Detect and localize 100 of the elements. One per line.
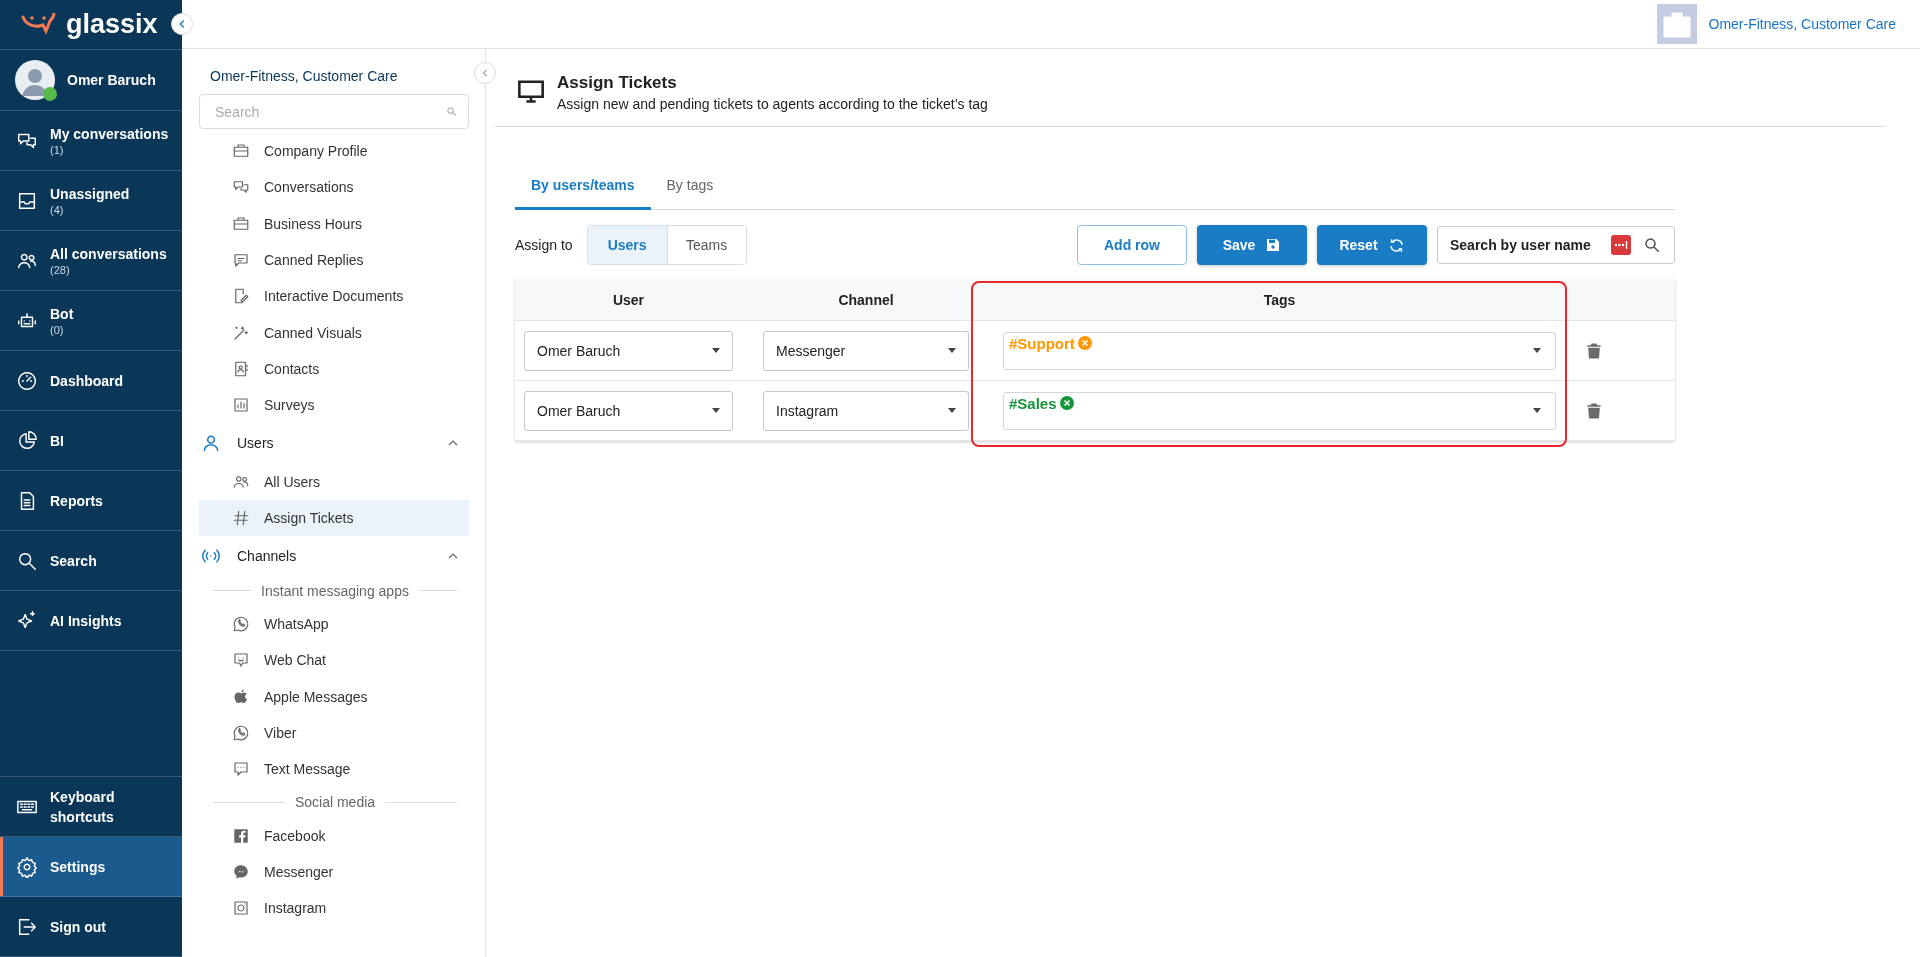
nav-count: (1) bbox=[50, 143, 65, 156]
menu-item[interactable]: Viber bbox=[199, 714, 469, 752]
nav-label: Keyboard shortcuts bbox=[50, 787, 116, 827]
assign-label: Assign to bbox=[515, 237, 573, 253]
tag-label: #Sales bbox=[1009, 394, 1057, 412]
search-icon bbox=[1643, 236, 1661, 254]
add-row-button[interactable]: Add row bbox=[1077, 225, 1187, 265]
nav-label: My conversations bbox=[50, 125, 169, 142]
contact-card-icon bbox=[232, 359, 250, 378]
phone-bubble-icon bbox=[232, 615, 250, 634]
page-subtitle: Assign new and pending tickets to agents according to the ticket’s tag bbox=[557, 96, 988, 112]
nav-label: AI Insights bbox=[50, 612, 122, 629]
user-name: Omer Baruch bbox=[67, 72, 156, 88]
menu-group[interactable]: Users bbox=[199, 423, 469, 464]
bar-chart-icon bbox=[232, 396, 250, 415]
menu-item[interactable]: All Users bbox=[199, 463, 469, 500]
nav-label: Search bbox=[50, 552, 97, 569]
menu-item[interactable]: Business Hours bbox=[199, 205, 469, 242]
user-dropdown[interactable]: Omer Baruch bbox=[524, 330, 733, 371]
gauge-icon bbox=[16, 369, 38, 392]
nav-item[interactable]: AI Insights bbox=[0, 591, 182, 651]
tab[interactable]: By tags bbox=[650, 163, 730, 210]
menu-item[interactable]: Company Profile bbox=[199, 133, 469, 170]
menu-group[interactable]: Channels bbox=[199, 535, 469, 576]
nav-item[interactable]: Unassigned (4) bbox=[0, 171, 182, 231]
section-heading: Social media bbox=[294, 794, 376, 811]
channel-dropdown[interactable]: Instagram bbox=[763, 390, 969, 431]
logo-text: glassix bbox=[66, 9, 158, 40]
menu-item[interactable]: Surveys bbox=[199, 387, 469, 424]
briefcase-icon bbox=[232, 214, 250, 233]
nav-item[interactable]: Search bbox=[0, 531, 182, 591]
account-link[interactable]: Omer-Fitness, Customer Care bbox=[1708, 16, 1896, 32]
menu-item[interactable]: Web Chat bbox=[199, 642, 469, 679]
menu-item[interactable]: Messenger bbox=[199, 853, 469, 891]
search-field[interactable]: Search bbox=[199, 94, 469, 129]
lightning-bubble-icon bbox=[232, 862, 250, 881]
nav-label: Unassigned bbox=[50, 185, 130, 202]
pie-chart-icon bbox=[16, 429, 38, 452]
menu-title: Omer-Fitness, Customer Care bbox=[209, 67, 399, 86]
column-header: Tags bbox=[1263, 292, 1296, 308]
save-button[interactable]: Save bbox=[1197, 225, 1307, 265]
phone-bubble-icon bbox=[232, 724, 250, 742]
nav-item[interactable]: All conversations (28) bbox=[0, 231, 182, 291]
nav-item[interactable]: Dashboard bbox=[0, 351, 182, 411]
nav-count: (4) bbox=[50, 203, 65, 216]
reset-button[interactable]: Reset bbox=[1317, 225, 1427, 265]
search-field[interactable]: Search by user name bbox=[1437, 226, 1675, 264]
avatar[interactable] bbox=[15, 60, 55, 100]
monitor-icon bbox=[517, 77, 545, 105]
menu-item[interactable]: Contacts bbox=[199, 350, 469, 388]
tag-label: #Support bbox=[1009, 334, 1075, 352]
channel-dropdown[interactable]: Messenger bbox=[763, 330, 969, 371]
nav-label: Bot bbox=[50, 305, 74, 322]
column-header: User bbox=[612, 292, 645, 308]
nav-count: (0) bbox=[50, 323, 65, 336]
briefcase-icon bbox=[1656, 4, 1697, 44]
column-header: Channel bbox=[838, 292, 894, 308]
nav-item[interactable]: Reports bbox=[0, 471, 182, 531]
person-icon bbox=[201, 433, 221, 454]
speech-bubble-icon bbox=[232, 251, 250, 270]
menu-item[interactable]: Assign Tickets bbox=[199, 499, 469, 536]
menu-item[interactable]: Text Message bbox=[199, 751, 469, 788]
menu-item[interactable]: Canned Visuals bbox=[199, 314, 469, 351]
user-dropdown[interactable]: Omer Baruch bbox=[524, 390, 733, 431]
nav-item[interactable]: BI bbox=[0, 411, 182, 471]
nav-label: Sign out bbox=[50, 917, 107, 937]
nav-item[interactable]: Settings bbox=[0, 837, 182, 897]
remove-tag-icon[interactable] bbox=[1059, 396, 1074, 410]
menu-item[interactable]: Conversations bbox=[199, 169, 469, 206]
tags-dropdown[interactable]: #Sales bbox=[1003, 391, 1556, 430]
section-heading: Instant messaging apps bbox=[261, 582, 409, 599]
nav-label: BI bbox=[50, 432, 64, 449]
menu-item[interactable]: Apple Messages bbox=[199, 678, 469, 715]
refresh-icon bbox=[1387, 236, 1405, 254]
tab[interactable]: By users/teams bbox=[515, 163, 651, 210]
collapse-button[interactable] bbox=[171, 13, 193, 35]
settings-icon bbox=[16, 855, 38, 878]
nav-label: Reports bbox=[50, 492, 103, 509]
menu-item[interactable]: WhatsApp bbox=[199, 605, 469, 643]
menu-item[interactable]: Facebook bbox=[199, 817, 469, 854]
nav-item[interactable]: My conversations (1) bbox=[0, 111, 182, 171]
page-title: Assign Tickets bbox=[557, 73, 678, 93]
square-f-icon bbox=[232, 826, 250, 845]
menu-item[interactable]: Interactive Documents bbox=[199, 278, 469, 315]
search-icon bbox=[446, 106, 457, 117]
document-pen-icon bbox=[232, 287, 250, 306]
nav-item[interactable]: Sign out bbox=[0, 897, 182, 957]
segment-button[interactable]: Users bbox=[587, 226, 667, 264]
apple-icon bbox=[232, 687, 250, 706]
nav-item[interactable]: Bot (0) bbox=[0, 291, 182, 351]
menu-item[interactable]: Canned Replies bbox=[199, 241, 469, 279]
nav-label: Dashboard bbox=[50, 372, 124, 389]
nav-count: (28) bbox=[50, 263, 71, 276]
magic-wand-icon bbox=[232, 323, 250, 342]
password-manager-icon bbox=[1611, 235, 1631, 255]
segment-button[interactable]: Teams bbox=[666, 226, 746, 264]
nav-label: Settings bbox=[50, 857, 107, 877]
nav-label: All conversations bbox=[50, 245, 167, 262]
camera-icon bbox=[232, 899, 250, 918]
menu-item[interactable]: Instagram bbox=[199, 890, 469, 927]
